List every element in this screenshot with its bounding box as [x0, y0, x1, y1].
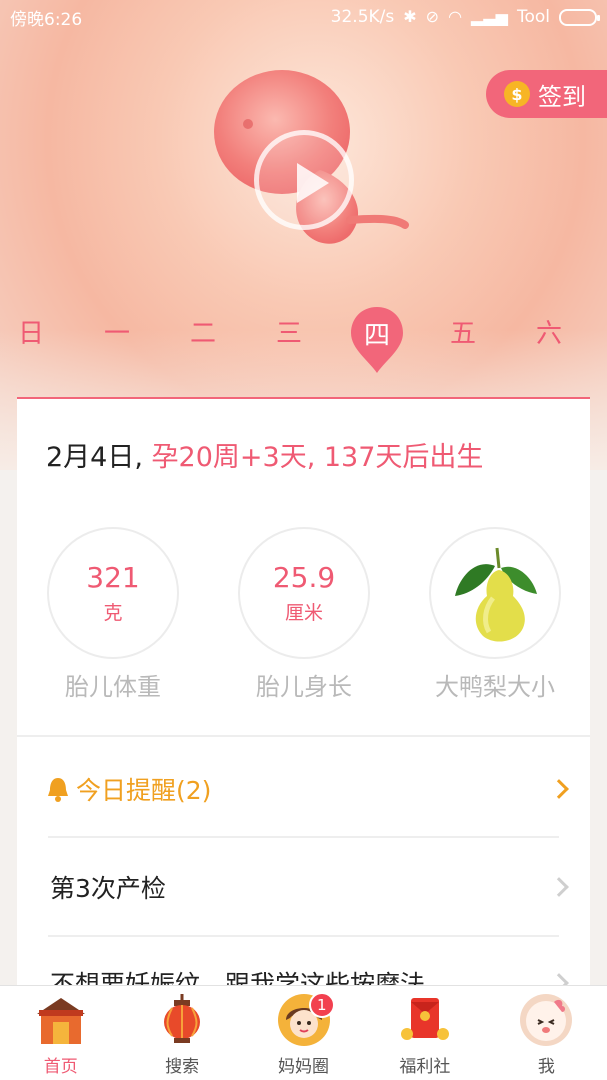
weekday-fri[interactable]: 五 [438, 313, 488, 350]
baby-face-icon [520, 994, 573, 1046]
red-envelope-icon [400, 998, 449, 1040]
fetal-weight-unit: 克 [103, 602, 123, 624]
weekday-tue[interactable]: 二 [178, 313, 228, 350]
tab-search[interactable]: 搜索 [121, 986, 242, 1080]
lantern-search-icon [164, 994, 201, 1043]
tab-me-label: 我 [537, 1057, 555, 1077]
tab-home-label: 首页 [43, 1057, 78, 1077]
signal-icon: ▂▃▅ [471, 7, 508, 26]
tab-me[interactable]: 我 [486, 986, 607, 1080]
battery-icon [559, 8, 600, 26]
tab-welfare-label: 福利社 [399, 1057, 451, 1077]
checkin-label: 签到 [538, 82, 586, 111]
fetal-length-value: 25.9 [272, 561, 336, 594]
tab-search-label: 搜索 [165, 1057, 200, 1077]
checkup-row[interactable]: 第3次产检 [50, 867, 569, 907]
weekday-sat[interactable]: 六 [524, 313, 574, 350]
notification-badge: 1 [308, 992, 335, 1018]
weekday-wed[interactable]: 三 [264, 313, 314, 350]
weekday-mon[interactable]: 一 [92, 313, 142, 350]
bluetooth-icon: ✱ [403, 7, 417, 26]
tab-home[interactable]: 首页 [0, 986, 121, 1080]
tab-mom-circle[interactable]: 1 妈妈圈 [243, 986, 364, 1080]
fetal-weight-circle[interactable]: 321 克 [47, 527, 179, 659]
home-house-icon [36, 998, 85, 1044]
weekday-selector: 日 一 二 三 四 五 六 [0, 305, 607, 365]
status-time: 傍晚6:26 [10, 9, 83, 30]
chevron-right-icon [549, 779, 569, 799]
today-reminder-row[interactable]: 今日提醒(2) [46, 769, 569, 809]
fetal-weight-label: 胎儿体重 [65, 673, 161, 701]
status-bar: 傍晚6:26 32.5K/s ✱ ⊘ ◠ ▂▃▅ Tool [0, 0, 607, 34]
pregnancy-summary: 2月4日, 孕20周+3天, 137天后出生 [46, 435, 483, 474]
fetal-length-label: 胎儿身长 [256, 673, 352, 701]
wifi-icon: ◠ [448, 7, 463, 26]
fetal-length-unit: 厘米 [284, 602, 323, 624]
carrier-name: Tool [516, 7, 550, 27]
fruit-size-label: 大鸭梨大小 [435, 673, 555, 701]
tab-mom-circle-label: 妈妈圈 [278, 1057, 330, 1077]
fetal-weight-value: 321 [86, 561, 140, 594]
coin-icon: $ [504, 81, 530, 107]
pregnancy-progress: 孕20周+3天, 137天后出生 [151, 442, 484, 473]
weekday-sun[interactable]: 日 [6, 313, 56, 350]
current-date: 2月4日, [46, 442, 143, 473]
bottom-tab-bar: 首页 搜索 1 妈妈圈 福利社 我 [0, 985, 607, 1080]
network-speed: 32.5K/s [330, 7, 395, 27]
weekday-thu[interactable]: 四 [352, 315, 402, 352]
fruit-size-circle[interactable] [429, 527, 561, 659]
checkup-label: 第3次产检 [50, 874, 166, 903]
mute-icon: ⊘ [425, 7, 440, 26]
tab-welfare[interactable]: 福利社 [364, 986, 485, 1080]
play-video-button[interactable] [254, 130, 354, 230]
checkin-button[interactable]: $ 签到 [486, 70, 607, 118]
pregnancy-info-card: 2月4日, 孕20周+3天, 137天后出生 321 克 胎儿体重 25.9 厘… [17, 397, 590, 999]
pear-image [455, 547, 537, 642]
bell-icon [48, 778, 68, 802]
chevron-right-icon [549, 877, 569, 897]
fetal-length-circle[interactable]: 25.9 厘米 [238, 527, 370, 659]
today-reminder-label: 今日提醒(2) [76, 776, 212, 805]
